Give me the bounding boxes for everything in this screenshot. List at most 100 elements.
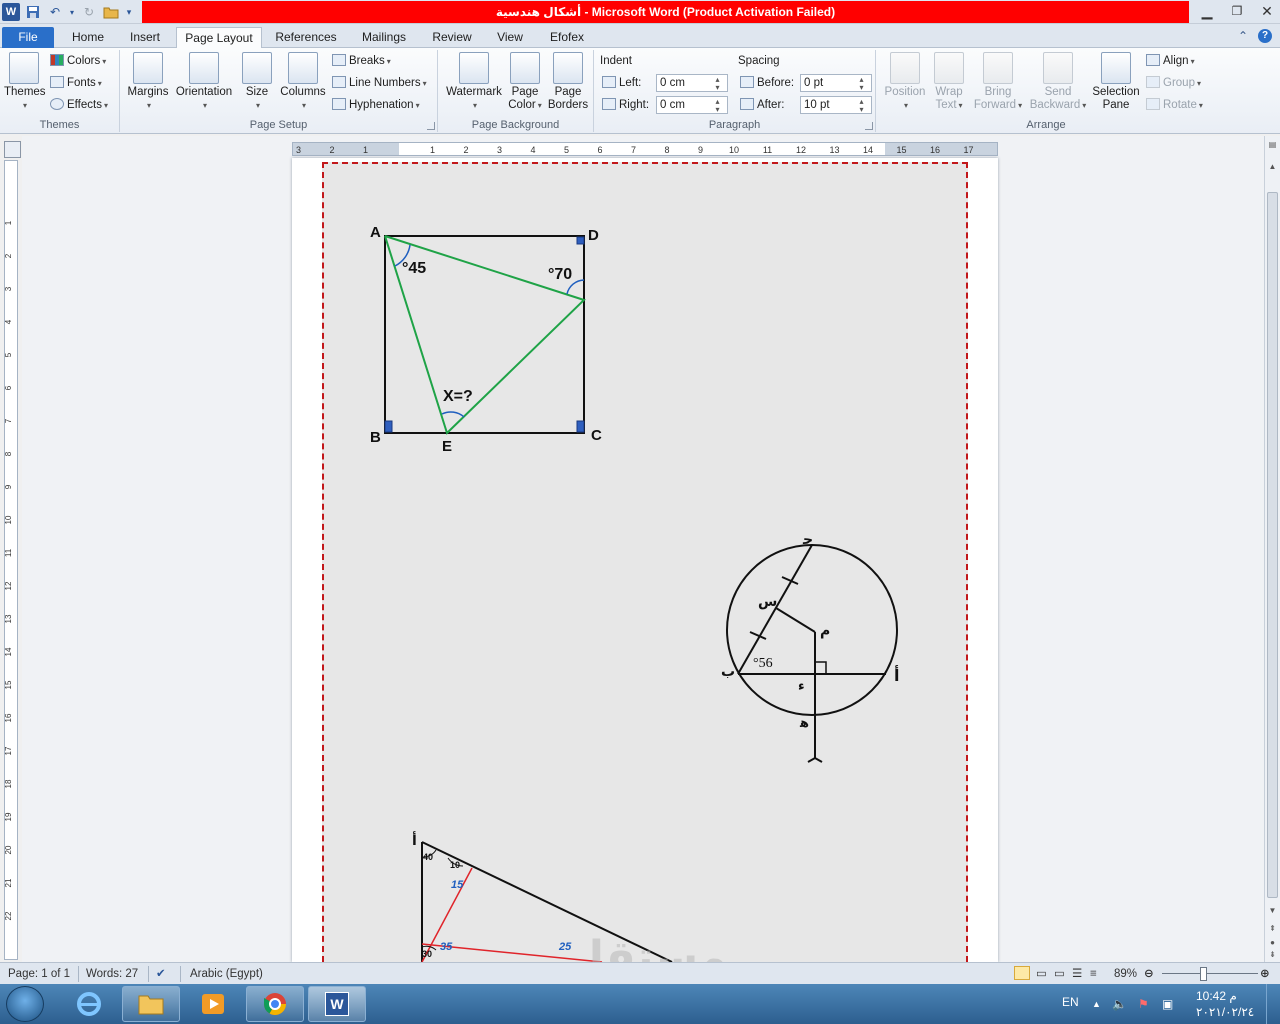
- zoom-in-icon[interactable]: ⊕: [1260, 966, 1270, 982]
- breaks-icon: [332, 54, 346, 66]
- scroll-down-icon[interactable]: ▼: [1265, 904, 1280, 918]
- print-layout-icon[interactable]: [1014, 966, 1030, 980]
- language-status[interactable]: Arabic (Egypt): [190, 966, 263, 982]
- ruler-number: 6: [597, 145, 602, 155]
- zoom-out-icon[interactable]: ⊖: [1144, 966, 1154, 982]
- help-icon[interactable]: ?: [1258, 29, 1272, 43]
- tab-efofex[interactable]: Efofex: [540, 27, 594, 48]
- position-button[interactable]: Position ▾: [882, 52, 928, 112]
- media-player-icon[interactable]: [184, 986, 242, 1022]
- word-count-status[interactable]: Words: 27: [86, 966, 138, 982]
- triangle-top-label: أ: [412, 831, 417, 849]
- word-taskbar-icon[interactable]: W: [308, 986, 366, 1022]
- tab-references[interactable]: References: [270, 27, 342, 48]
- file-explorer-icon[interactable]: [122, 986, 180, 1022]
- volume-icon[interactable]: 🔈: [1112, 984, 1127, 1024]
- indent-right-label: Right:: [602, 96, 649, 114]
- scrollbar-thumb[interactable]: [1267, 192, 1278, 898]
- line-numbers-button[interactable]: Line Numbers ▾: [332, 74, 427, 92]
- zoom-slider-thumb[interactable]: [1200, 967, 1207, 981]
- clock-date[interactable]: ٢٠٢١/٠٢/٢٤: [1196, 1004, 1254, 1020]
- internet-explorer-icon[interactable]: [60, 986, 118, 1022]
- horizontal-ruler[interactable]: 3 2 1 1 2 3 4 5 6 7 8 9 10 11 12 13 14 15 16 17: [292, 142, 998, 156]
- undo-icon[interactable]: ↶: [46, 3, 64, 21]
- undo-dropdown-icon[interactable]: ▾: [68, 3, 76, 21]
- scroll-up-icon[interactable]: ▲: [1265, 160, 1280, 174]
- vruler-number: 11: [5, 548, 13, 557]
- page-count-status[interactable]: Page: 1 of 1: [8, 966, 70, 982]
- next-page-icon[interactable]: ⇟: [1265, 948, 1280, 962]
- show-desktop-button[interactable]: [1266, 984, 1280, 1024]
- zoom-level[interactable]: 89%: [1114, 966, 1137, 982]
- watermark-button[interactable]: Watermark ▾: [442, 52, 506, 112]
- group-button[interactable]: Group ▾: [1146, 74, 1201, 92]
- previous-page-icon[interactable]: ⇞: [1265, 922, 1280, 936]
- vruler-number: 13: [5, 614, 13, 623]
- network-icon[interactable]: ▣: [1162, 984, 1173, 1024]
- selection-pane-button[interactable]: Selection Pane: [1090, 52, 1142, 112]
- word-app-icon[interactable]: W: [2, 3, 20, 21]
- vertical-ruler[interactable]: 12345678910111213141516171819202122: [4, 160, 18, 960]
- open-folder-icon[interactable]: [102, 3, 120, 21]
- wrap-text-icon: [934, 52, 964, 84]
- columns-button[interactable]: Columns ▾: [278, 52, 328, 112]
- clock-time[interactable]: 10:42 م: [1196, 988, 1237, 1004]
- right-angle-b-icon: [384, 420, 393, 433]
- tab-review[interactable]: Review: [424, 27, 480, 48]
- tab-view[interactable]: View: [488, 27, 532, 48]
- tab-page-layout[interactable]: Page Layout: [176, 27, 262, 49]
- proofing-icon[interactable]: ✔: [156, 966, 166, 982]
- minimize-ribbon-icon[interactable]: ⌃: [1238, 29, 1248, 43]
- rotate-button[interactable]: Rotate ▾: [1146, 96, 1203, 114]
- full-screen-reading-icon[interactable]: ▭: [1036, 966, 1047, 982]
- paragraph-dialog-launcher-icon[interactable]: [865, 122, 873, 130]
- tab-insert[interactable]: Insert: [120, 27, 170, 48]
- tab-file[interactable]: File: [2, 27, 54, 48]
- tab-selector[interactable]: [4, 141, 21, 158]
- tab-home[interactable]: Home: [64, 27, 112, 48]
- ruler-toggle-icon[interactable]: ▤: [1265, 138, 1280, 152]
- spacing-before-input[interactable]: 0 pt: [800, 74, 872, 92]
- vruler-number: 6: [5, 385, 13, 390]
- page-borders-button[interactable]: Page Borders: [546, 52, 590, 112]
- vruler-number: 17: [5, 746, 13, 755]
- minimize-icon[interactable]: ▁: [1192, 0, 1222, 22]
- restore-icon[interactable]: ❐: [1222, 0, 1252, 22]
- draft-icon[interactable]: ≡: [1090, 966, 1097, 982]
- indent-left-input[interactable]: 0 cm: [656, 74, 728, 92]
- page-color-button[interactable]: Page Color ▾: [508, 52, 542, 112]
- themes-button[interactable]: Themes ▾: [4, 52, 46, 112]
- size-button[interactable]: Size ▾: [240, 52, 274, 112]
- margins-button[interactable]: Margins ▾: [126, 52, 170, 112]
- page-setup-dialog-launcher-icon[interactable]: [427, 122, 435, 130]
- orientation-button[interactable]: Orientation ▾: [172, 52, 236, 112]
- show-hidden-icons-icon[interactable]: ▲: [1092, 984, 1101, 1024]
- start-button-icon[interactable]: [6, 986, 44, 1022]
- theme-colors-button[interactable]: Colors ▾: [50, 52, 106, 70]
- action-center-icon[interactable]: ⚑: [1138, 984, 1149, 1024]
- vertical-scrollbar[interactable]: ▤ ▲ ▼ ⇞ ● ⇟: [1264, 136, 1280, 962]
- spacing-after-input[interactable]: 10 pt: [800, 96, 872, 114]
- align-button[interactable]: Align ▾: [1146, 52, 1195, 70]
- web-layout-icon[interactable]: ▭: [1054, 966, 1065, 982]
- indent-right-input[interactable]: 0 cm: [656, 96, 728, 114]
- angle-10-label: 10: [450, 860, 460, 870]
- zoom-slider-track[interactable]: [1162, 973, 1258, 974]
- vruler-number: 1: [5, 220, 13, 225]
- close-icon[interactable]: ✕: [1252, 0, 1280, 22]
- redo-icon[interactable]: ↻: [80, 3, 98, 21]
- tab-mailings[interactable]: Mailings: [352, 27, 416, 48]
- send-backward-button[interactable]: Send Backward ▾: [1028, 52, 1088, 112]
- chrome-icon[interactable]: [246, 986, 304, 1022]
- save-icon[interactable]: [24, 3, 42, 21]
- bring-forward-button[interactable]: Bring Forward ▾: [970, 52, 1026, 112]
- customize-qat-icon[interactable]: ▾: [124, 3, 134, 21]
- breaks-button[interactable]: Breaks ▾: [332, 52, 391, 70]
- input-language[interactable]: EN: [1062, 984, 1079, 1024]
- theme-effects-button[interactable]: Effects ▾: [50, 96, 108, 114]
- ruler-number: 10: [729, 145, 739, 155]
- wrap-text-button[interactable]: Wrap Text ▾: [930, 52, 968, 112]
- hyphenation-button[interactable]: Hyphenation ▾: [332, 96, 420, 114]
- theme-fonts-button[interactable]: Fonts ▾: [50, 74, 102, 92]
- outline-icon[interactable]: ☰: [1072, 966, 1082, 982]
